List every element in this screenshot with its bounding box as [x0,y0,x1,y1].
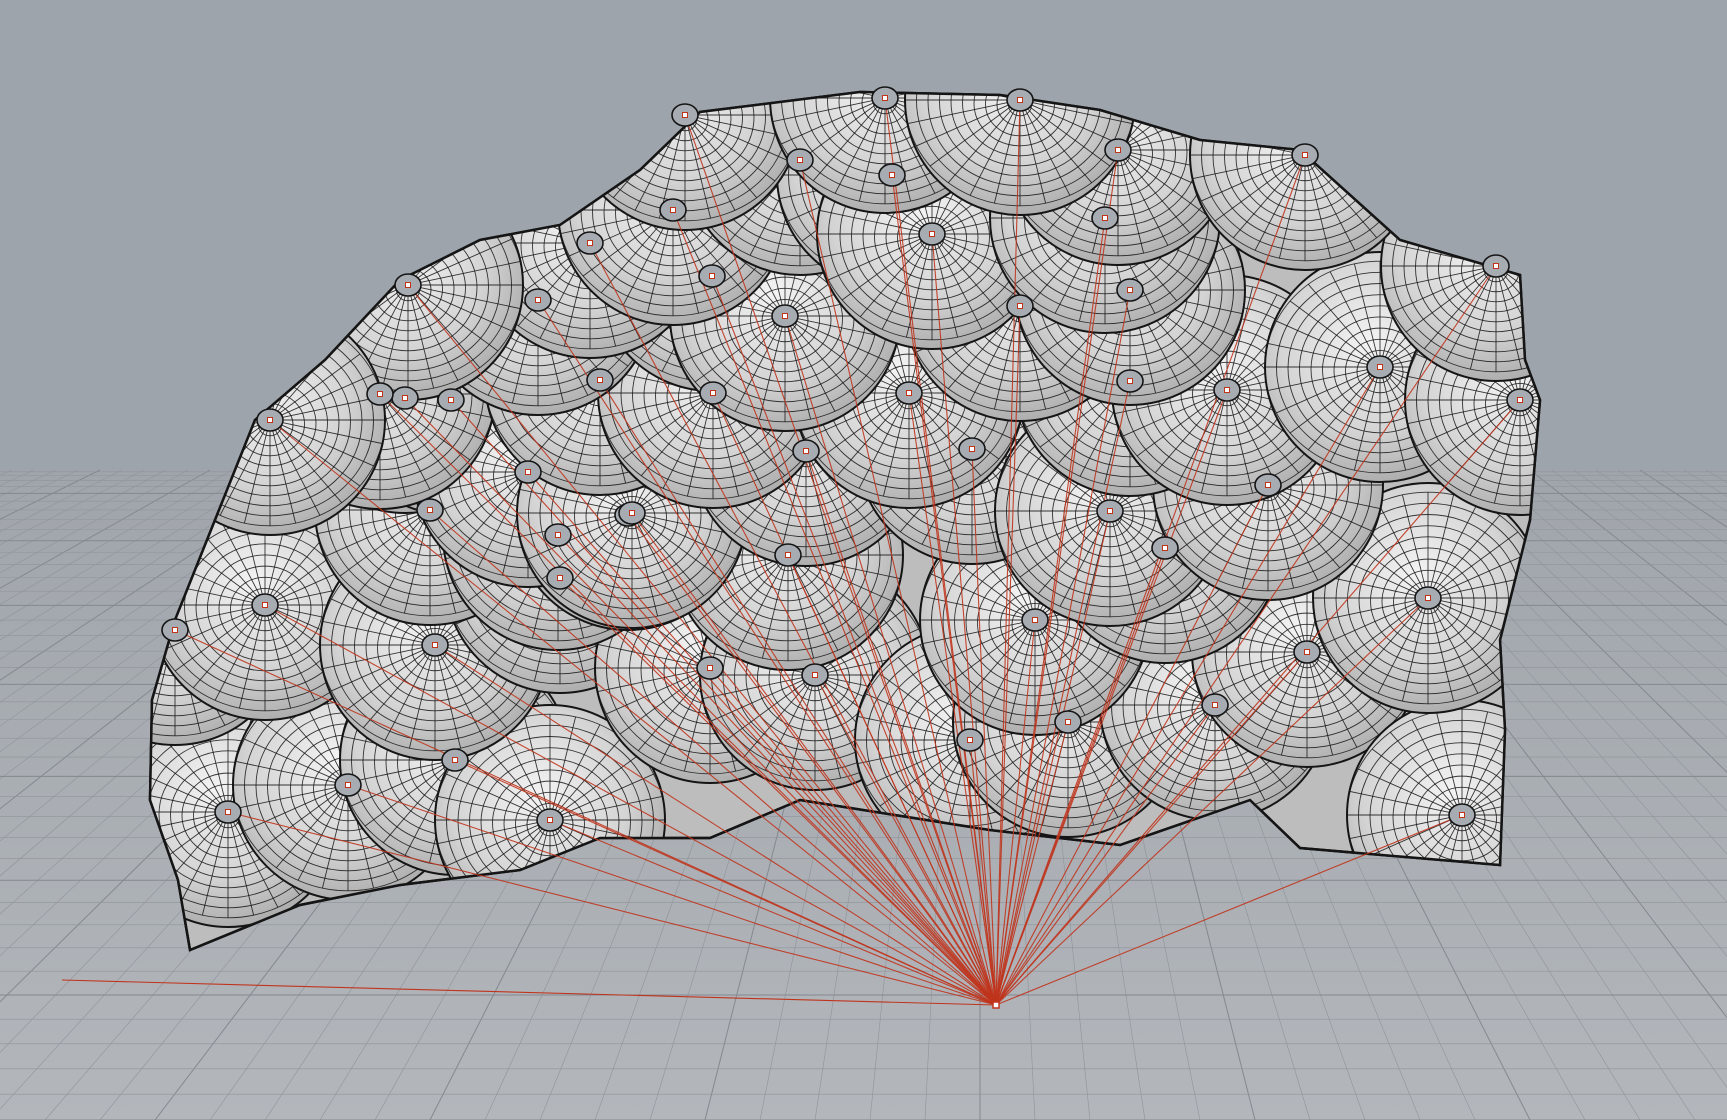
focal-point-marker[interactable] [992,1001,1000,1009]
vertex-point-icon[interactable] [1254,473,1282,497]
vertex-point-icon[interactable] [699,381,727,405]
vertex-point-icon[interactable] [618,501,646,525]
vertex-point-icon[interactable] [1116,369,1144,393]
vertex-point-icon[interactable] [1151,536,1179,560]
vertex-point-icon[interactable] [586,368,614,392]
vertex-point-icon[interactable] [1104,138,1132,162]
vertex-point-icon[interactable] [1091,206,1119,230]
vertex-point-icon[interactable] [774,543,802,567]
vertex-point-icon[interactable] [698,264,726,288]
vertex-point-icon[interactable] [1293,640,1321,664]
vertex-point-icon[interactable] [546,566,574,590]
vertex-point-icon[interactable] [391,386,419,410]
vertex-point-icon[interactable] [1366,355,1394,379]
vertex-point-icon[interactable] [256,408,284,432]
vertex-point-icon[interactable] [801,663,829,687]
vertex-point-icon[interactable] [1096,499,1124,523]
vertex-point-icon[interactable] [1201,693,1229,717]
viewport-canvas[interactable] [0,0,1727,1120]
vertex-point-icon[interactable] [437,388,465,412]
vertex-point-icon[interactable] [524,288,552,312]
vertex-point-icon[interactable] [1414,586,1442,610]
vertex-point-icon[interactable] [544,523,572,547]
vertex-point-icon[interactable] [1006,294,1034,318]
vertex-point-icon[interactable] [871,86,899,110]
vertex-point-icon[interactable] [366,382,394,406]
vertex-point-icon[interactable] [696,656,724,680]
vertex-point-icon[interactable] [1213,378,1241,402]
vertex-point-icon[interactable] [792,439,820,463]
vertex-point-icon[interactable] [536,808,564,832]
vertex-point-icon[interactable] [214,800,242,824]
vertex-point-icon[interactable] [416,498,444,522]
vertex-point-icon[interactable] [421,633,449,657]
vertex-point-icon[interactable] [786,148,814,172]
3d-perspective-viewport[interactable] [0,0,1727,1120]
vertex-point-icon[interactable] [1054,710,1082,734]
vertex-point-icon[interactable] [251,593,279,617]
vertex-point-icon[interactable] [1482,254,1510,278]
vertex-point-icon[interactable] [576,231,604,255]
vertex-point-icon[interactable] [671,103,699,127]
vertex-point-icon[interactable] [1448,803,1476,827]
vertex-point-icon[interactable] [334,773,362,797]
vertex-point-icon[interactable] [878,163,906,187]
vertex-point-icon[interactable] [514,460,542,484]
vertex-point-icon[interactable] [1006,88,1034,112]
vertex-point-icon[interactable] [1506,388,1534,412]
vertex-point-icon[interactable] [441,748,469,772]
vertex-point-icon[interactable] [659,198,687,222]
vertex-point-icon[interactable] [895,381,923,405]
vertex-point-icon[interactable] [1021,608,1049,632]
vertex-point-icon[interactable] [958,437,986,461]
vertex-point-icon[interactable] [918,222,946,246]
vertex-point-icon[interactable] [1116,278,1144,302]
vertex-point-icon[interactable] [1291,143,1319,167]
vertex-point-icon[interactable] [956,728,984,752]
vertex-point-icon[interactable] [394,273,422,297]
vertex-point-icon[interactable] [771,304,799,328]
vertex-point-icon[interactable] [161,618,189,642]
